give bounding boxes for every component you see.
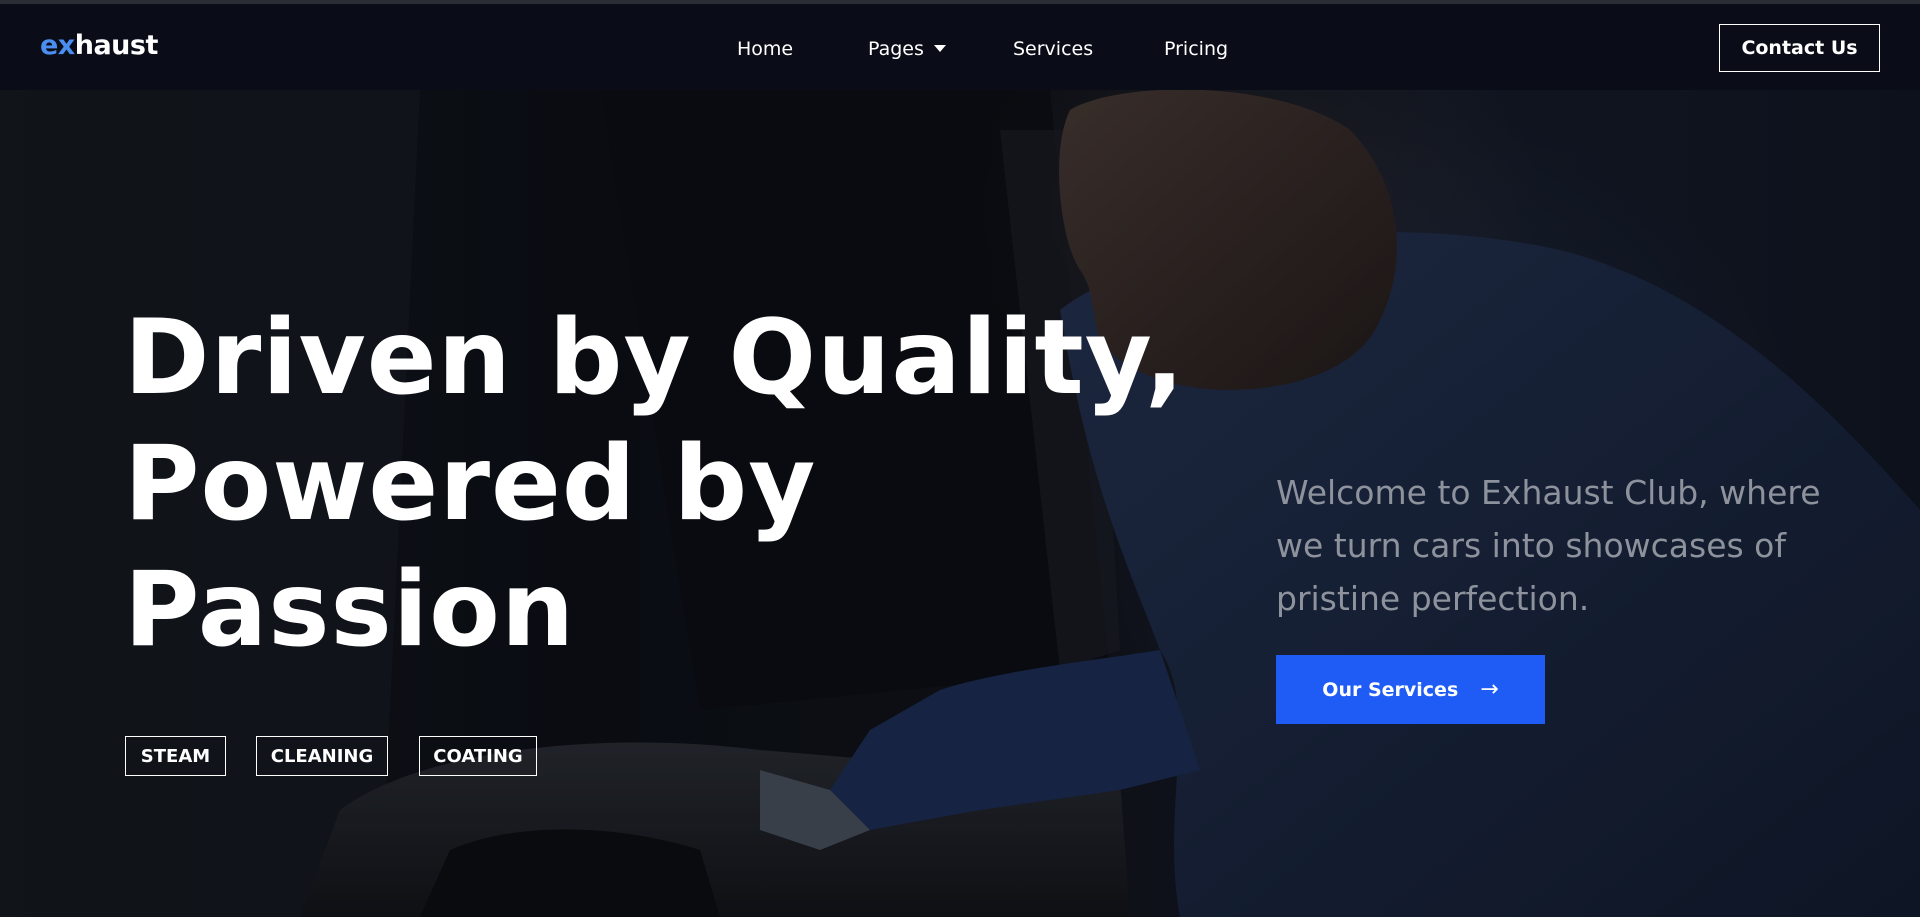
headline-line: Powered by	[124, 424, 817, 544]
nav-item-home[interactable]: Home	[737, 38, 793, 60]
hero-headline: Driven by Quality, Powered by Passion	[124, 295, 1186, 673]
nav-item-label: Pricing	[1164, 38, 1229, 60]
main-nav: Home Pages Services Pricing	[0, 38, 1920, 68]
tag-steam: STEAM	[125, 736, 226, 776]
contact-us-button[interactable]: Contact Us	[1719, 24, 1880, 72]
headline-line: Passion	[124, 550, 576, 670]
nav-item-label: Services	[1013, 38, 1094, 60]
nav-item-label: Home	[737, 38, 794, 60]
navbar: exhaust Home Pages Services Pricing Cont…	[0, 4, 1920, 90]
nav-item-pricing[interactable]: Pricing	[1164, 38, 1228, 60]
headline-line: Driven by Quality,	[124, 298, 1186, 418]
nav-item-services[interactable]: Services	[1013, 38, 1093, 60]
our-services-button[interactable]: Our Services →	[1276, 655, 1545, 724]
nav-item-pages[interactable]: Pages	[868, 38, 946, 60]
tag-coating: COATING	[419, 736, 537, 776]
hero-intro-text: Welcome to Exhaust Club, where we turn c…	[1276, 473, 1821, 618]
tag-cleaning: CLEANING	[256, 736, 388, 776]
nav-item-label: Pages	[868, 38, 924, 60]
caret-down-icon	[933, 45, 946, 52]
our-services-label: Our Services	[1322, 678, 1459, 701]
arrow-right-icon: →	[1480, 677, 1499, 702]
hero-section: Driven by Quality, Powered by Passion ST…	[0, 90, 1920, 917]
